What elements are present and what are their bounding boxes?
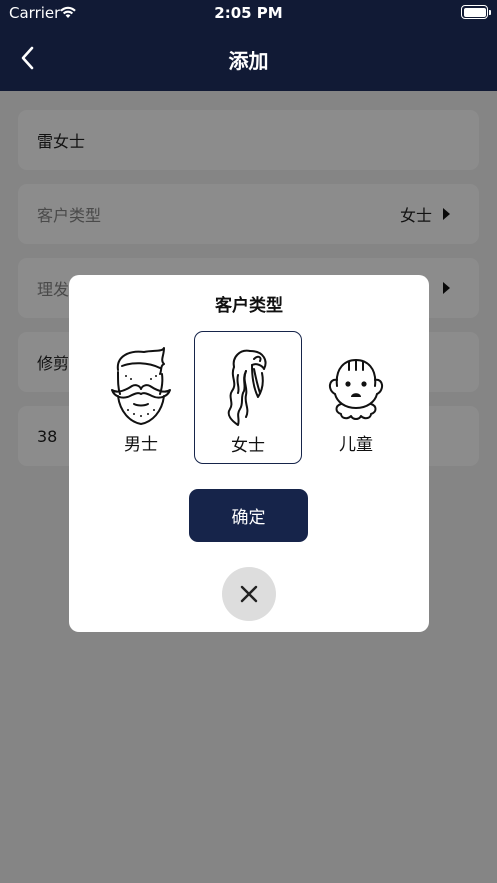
top-bar: Carrier 2:05 PM 添加 [0, 0, 497, 91]
option-man-label: 男士 [124, 435, 158, 455]
close-icon [240, 585, 258, 603]
option-child[interactable]: 儿童 [302, 331, 410, 464]
man-beard-icon [111, 347, 171, 425]
battery-icon [461, 5, 491, 19]
customer-type-dialog: 客户类型 男士 女士 儿童 确定 [69, 275, 429, 632]
option-woman-label: 女士 [231, 436, 265, 456]
page-title: 添加 [228, 49, 269, 73]
option-woman[interactable]: 女士 [194, 331, 302, 464]
confirm-button[interactable]: 确定 [189, 489, 308, 542]
woman-long-hair-icon [227, 349, 267, 426]
option-man[interactable]: 男士 [87, 331, 195, 464]
close-button[interactable] [222, 567, 276, 621]
option-child-label: 儿童 [339, 435, 373, 455]
clock: 2:05 PM [214, 4, 283, 22]
child-face-icon [329, 359, 383, 420]
status-bar: Carrier 2:05 PM [0, 0, 497, 26]
dialog-title: 客户类型 [215, 296, 283, 316]
